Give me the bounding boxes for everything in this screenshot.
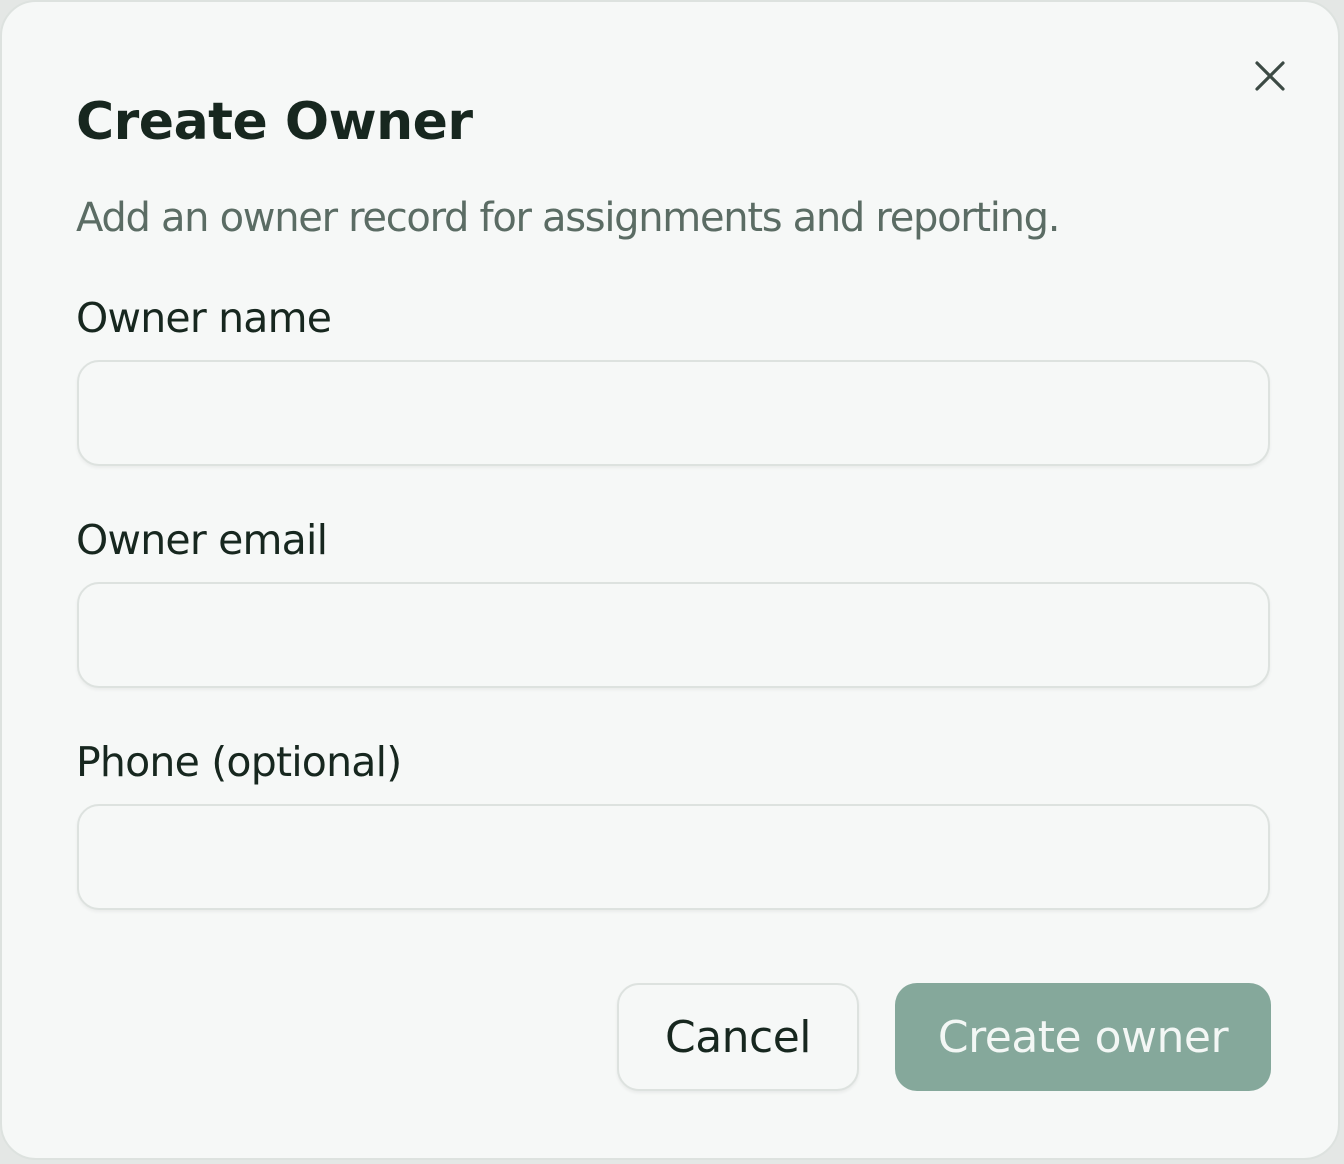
- phone-input[interactable]: [77, 804, 1270, 910]
- close-icon: [1255, 61, 1285, 91]
- cancel-button[interactable]: Cancel: [617, 983, 859, 1091]
- phone-label: Phone (optional): [76, 738, 402, 786]
- create-owner-button[interactable]: Create owner: [895, 983, 1271, 1091]
- dialog-title: Create Owner: [76, 92, 473, 152]
- owner-name-label: Owner name: [76, 294, 332, 342]
- owner-email-label: Owner email: [76, 516, 328, 564]
- owner-name-input[interactable]: [77, 360, 1270, 466]
- owner-email-input[interactable]: [77, 582, 1270, 688]
- close-button[interactable]: [1246, 52, 1294, 100]
- create-owner-dialog: Create Owner Add an owner record for ass…: [0, 0, 1340, 1160]
- dialog-subtitle: Add an owner record for assignments and …: [76, 195, 1060, 241]
